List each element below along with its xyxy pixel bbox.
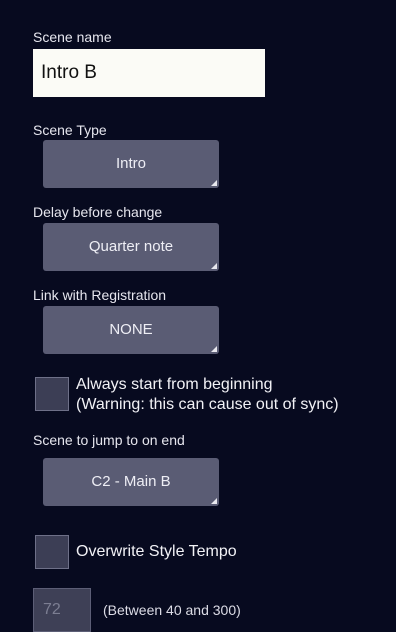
registration-dropdown[interactable]: NONE — [43, 306, 219, 354]
always-start-checkbox[interactable] — [35, 377, 69, 411]
always-start-warning: (Warning: this can cause out of sync) — [76, 396, 339, 413]
overwrite-tempo-label: Overwrite Style Tempo — [76, 543, 237, 560]
jump-scene-label: Scene to jump to on end — [33, 432, 185, 448]
scene-name-label: Scene name — [33, 29, 112, 45]
delay-value: Quarter note — [88, 238, 174, 255]
dropdown-corner-icon — [211, 498, 217, 504]
scene-type-label: Scene Type — [33, 122, 107, 138]
dropdown-corner-icon — [211, 346, 217, 352]
overwrite-tempo-checkbox[interactable] — [35, 535, 69, 569]
tempo-range-hint: (Between 40 and 300) — [103, 602, 241, 618]
scene-type-value: Intro — [115, 155, 146, 172]
dropdown-corner-icon — [211, 180, 217, 186]
scene-name-input[interactable]: Intro B — [33, 49, 265, 97]
always-start-label: Always start from beginning — [76, 376, 273, 393]
scene-type-dropdown[interactable]: Intro — [43, 140, 219, 188]
registration-value: NONE — [109, 321, 153, 338]
jump-scene-value: C2 - Main B — [91, 473, 171, 490]
delay-dropdown[interactable]: Quarter note — [43, 223, 219, 271]
jump-scene-dropdown[interactable]: C2 - Main B — [43, 458, 219, 506]
delay-label: Delay before change — [33, 204, 163, 220]
tempo-input[interactable]: 72 — [33, 588, 91, 632]
dropdown-corner-icon — [211, 263, 217, 269]
registration-label: Link with Registration — [33, 287, 167, 303]
